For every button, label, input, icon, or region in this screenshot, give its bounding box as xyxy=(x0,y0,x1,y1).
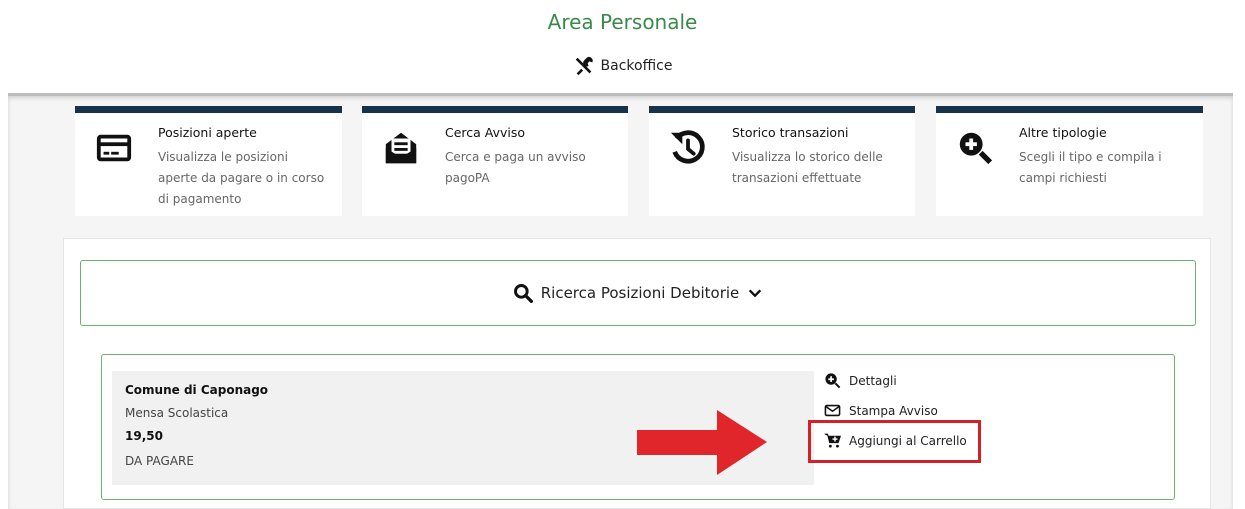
envelope-search-icon xyxy=(385,132,417,164)
card-description: Visualizza le posizioni aperte da pagare … xyxy=(158,150,325,206)
credit-card-icon xyxy=(96,134,132,162)
card-description: Scegli il tipo e compila i campi richiest… xyxy=(1019,150,1162,185)
card-description: Cerca e paga un avviso pagoPA xyxy=(445,150,586,185)
card-altre-tipologie[interactable]: Altre tipologie Scegli il tipo e compila… xyxy=(936,106,1203,216)
zoom-in-icon xyxy=(959,132,993,165)
result-ente: Comune di Caponago xyxy=(125,383,269,397)
zoom-in-icon xyxy=(825,373,841,389)
card-posizioni-aperte[interactable]: Posizioni aperte Visualizza le posizioni… xyxy=(75,106,342,216)
card-cerca-avviso[interactable]: Cerca Avviso Cerca e paga un avviso pagoP… xyxy=(362,106,628,216)
tools-icon xyxy=(575,56,593,76)
envelope-icon xyxy=(824,404,841,417)
search-toggle-button[interactable]: Ricerca Posizioni Debitorie xyxy=(80,260,1196,326)
history-icon xyxy=(670,130,705,164)
print-notice-link[interactable]: Stampa Avviso xyxy=(824,402,938,419)
highlight-box xyxy=(808,420,981,463)
search-icon xyxy=(513,284,533,303)
card-description: Visualizza lo storico delle transazioni e… xyxy=(732,150,883,185)
details-label: Dettagli xyxy=(849,373,897,388)
card-title: Cerca Avviso xyxy=(445,125,526,140)
card-title: Posizioni aperte xyxy=(158,125,257,140)
details-link[interactable]: Dettagli xyxy=(824,372,897,389)
chevron-down-icon xyxy=(749,289,762,298)
backoffice-label: Backoffice xyxy=(600,58,673,74)
result-servizio: Mensa Scolastica xyxy=(125,406,229,420)
card-title: Altre tipologie xyxy=(1019,125,1107,140)
print-label: Stampa Avviso xyxy=(849,403,938,418)
result-stato: DA PAGARE xyxy=(125,454,194,468)
page-title: Area Personale xyxy=(547,10,698,34)
backoffice-link[interactable]: Backoffice xyxy=(0,55,1245,77)
card-storico-transazioni[interactable]: Storico transazioni Visualizza lo storic… xyxy=(649,106,915,216)
result-importo: 19,50 xyxy=(125,429,163,443)
arrow-right-icon xyxy=(637,410,767,475)
card-title: Storico transazioni xyxy=(732,125,849,140)
search-label: Ricerca Posizioni Debitorie xyxy=(540,284,740,302)
